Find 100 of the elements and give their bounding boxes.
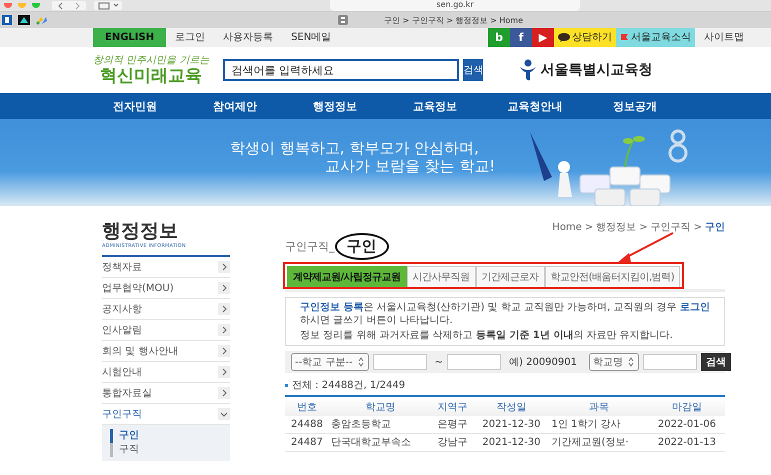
top-link[interactable]: 사용자등록 — [214, 28, 282, 47]
column-header: 과목 — [550, 396, 649, 416]
filter-search-button[interactable]: 검색 — [701, 353, 731, 371]
table-cell: 2021-12-30 — [473, 434, 550, 452]
table-cell: 2022-01-13 — [648, 434, 725, 452]
category-tab[interactable]: 계약제교원/사립정규교원 — [287, 266, 407, 287]
menu-label: 회의 및 행사안내 — [102, 345, 178, 358]
page-title: 구인 — [346, 236, 376, 256]
menu-label: 시험안내 — [102, 366, 142, 379]
submenu-item[interactable]: 구인 — [110, 429, 224, 443]
category-tab[interactable]: 학교안전(배움터지킴이,범력) — [544, 266, 680, 287]
date-format-hint: 예) 20090901 — [509, 356, 577, 369]
sidebar-menu-item[interactable]: 통합자료실 — [102, 383, 230, 404]
breadcrumb-link[interactable]: 구인 — [705, 222, 725, 234]
menu-label: 공지사항 — [102, 303, 142, 316]
select-label: 학교명 — [593, 356, 623, 369]
table-cell: 은평구 — [432, 416, 474, 434]
nav-menu-item[interactable]: 교육청안내 — [500, 98, 570, 114]
agency-name[interactable]: 서울특별시교육청 — [540, 61, 652, 79]
table-cell: 충암초등학교 — [328, 416, 432, 434]
table-cell: 강남구 — [432, 434, 474, 452]
table-cell: 기간제교원(정보· — [550, 434, 649, 452]
top-badge-link[interactable]: 서울교육소식 — [616, 28, 695, 47]
column-header: 마감일 — [648, 396, 725, 416]
start-date-field[interactable] — [372, 354, 427, 370]
notice-text: 구인정보 등록은 서울시교육청(산하기관) 및 학교 교직원만 가능하며, 교직원의 경우 로그인하시면 글쓰기 버튼이 나타납니다. — [299, 301, 711, 327]
agency-emblem-icon[interactable] — [519, 59, 538, 81]
table-cell: 2022-01-06 — [648, 416, 725, 434]
table-cell: 단국대학교부속소 — [328, 434, 432, 452]
table-cell: 1인 1학기 강사 — [550, 416, 649, 434]
sidebar-menu-item[interactable]: 시험안내 — [102, 362, 230, 383]
top-link[interactable]: SEN메일 — [282, 28, 340, 47]
bullet-icon — [285, 384, 288, 386]
column-header: 작성일 — [473, 396, 550, 416]
top-link[interactable]: ENGLISH — [93, 28, 166, 47]
back-forward-icon[interactable] — [52, 1, 86, 10]
nav-menu-item[interactable]: 행정정보 — [300, 98, 370, 114]
school-name-field[interactable] — [643, 354, 697, 370]
flag-icon — [620, 33, 629, 42]
menu-label: 업무협약(MOU) — [102, 282, 174, 295]
sidebar-menu-item[interactable]: 회의 및 행사안내 — [102, 341, 230, 362]
sidebar-title: 행정정보 — [102, 220, 179, 242]
tab-title[interactable]: 구인 > 구인구직 > 행정정보 > Home — [384, 14, 523, 26]
site-favicon-icon — [338, 15, 348, 25]
menu-label: 인사알림 — [102, 324, 142, 337]
section-label: 구인구직_ — [285, 238, 334, 254]
breadcrumb-separator: > — [694, 222, 702, 234]
sidebar-menu-item[interactable]: 정책자료 — [102, 257, 230, 278]
breadcrumb-link[interactable]: Home — [552, 222, 582, 234]
menu-label: 구인구직 — [102, 408, 142, 421]
menu-label: 통합자료실 — [102, 387, 152, 400]
select-label: --학교 구분-- — [295, 356, 353, 369]
bookmark-icon[interactable] — [18, 15, 30, 25]
sidebar-menu-item[interactable]: 인사알림 — [102, 320, 230, 341]
category-tab[interactable]: 시간사무직원 — [406, 266, 476, 287]
sitemap-link[interactable]: 사이트맵 — [695, 28, 753, 47]
banner-slogan-line: 학생이 행복하고, 학부모가 안심하며, — [230, 139, 480, 157]
search-button[interactable]: 검색 — [463, 59, 484, 81]
submenu-item[interactable]: 구직 — [110, 443, 224, 457]
top-link[interactable]: 로그인 — [166, 28, 214, 47]
table-cell: 24488 — [285, 416, 329, 434]
end-date-field[interactable] — [447, 354, 502, 370]
range-separator: ~ — [434, 356, 444, 368]
badge-label: 상담하기 — [572, 31, 612, 45]
logo-text[interactable]: 혁신미래교육 — [100, 66, 202, 86]
address-bar[interactable]: sen.go.kr — [330, 0, 580, 11]
logo-slogan: 창의적 민주시민을 기르는 — [93, 54, 210, 66]
sidebar-menu-item[interactable]: 공지사항 — [102, 299, 230, 320]
column-header: 학교명 — [328, 396, 432, 416]
top-badge-link[interactable]: 상담하기 — [554, 28, 616, 47]
breadcrumb-separator: > — [639, 222, 648, 234]
nav-menu-item[interactable]: 참여제안 — [200, 98, 270, 114]
social-link[interactable]: ▶ — [532, 28, 554, 47]
nav-menu-item[interactable]: 전자민원 — [100, 98, 170, 114]
school-name-select[interactable]: 학교명 — [589, 353, 639, 371]
result-count: 전체 : 24488건, 1/2449 — [292, 379, 406, 392]
table-cell: 2021-12-30 — [473, 416, 550, 434]
bookmark-icon[interactable] — [2, 15, 12, 25]
chat-bubble-icon — [558, 33, 570, 42]
breadcrumb-separator: > — [584, 222, 594, 234]
updown-icon — [627, 357, 635, 367]
badge-label: 서울교육소식 — [631, 31, 691, 45]
sidebar-toggle-icon[interactable] — [94, 1, 122, 10]
updown-icon — [356, 357, 365, 367]
school-type-select[interactable]: --학교 구분-- — [291, 353, 369, 371]
social-link[interactable]: b — [488, 28, 510, 47]
notice-text: 정보 정리를 위해 과거자료를 삭제하고 등록일 기준 1년 이내의 자료만 유지합니다. — [299, 329, 674, 342]
social-link[interactable]: f — [510, 28, 532, 47]
nav-menu-item[interactable]: 교육정보 — [400, 98, 470, 114]
category-tab[interactable]: 기간제근로자 — [476, 266, 545, 287]
banner-slogan-line: 교사가 보람을 찾는 학교! — [324, 157, 496, 175]
column-header: 지역구 — [432, 396, 474, 416]
search-field[interactable]: 검색어를 입력하세요 — [223, 59, 460, 81]
breadcrumb-link[interactable]: 구인구직 — [650, 222, 691, 234]
column-header: 번호 — [285, 396, 329, 416]
breadcrumb-link[interactable]: 행정정보 — [596, 222, 636, 234]
table-cell: 24487 — [285, 434, 329, 452]
sidebar-menu-item[interactable]: 업무협약(MOU) — [102, 278, 230, 299]
menu-label: 정책자료 — [102, 261, 142, 274]
nav-menu-item[interactable]: 정보공개 — [600, 98, 670, 114]
